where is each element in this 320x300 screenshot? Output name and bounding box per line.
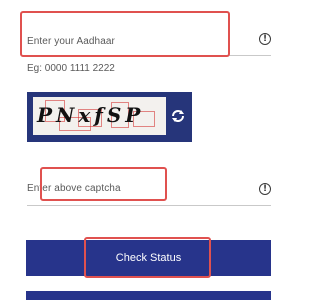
check-status-button[interactable]: Check Status — [26, 240, 271, 276]
captcha-underline — [27, 205, 271, 206]
captcha-panel: PNxfSP — [27, 92, 192, 142]
aadhaar-input[interactable] — [27, 34, 217, 48]
info-icon[interactable]: ! — [259, 33, 271, 45]
captcha-input[interactable] — [27, 181, 217, 195]
next-button[interactable] — [26, 291, 271, 300]
aadhaar-hint: Eg: 0000 1111 2222 — [27, 63, 115, 74]
refresh-icon[interactable] — [170, 108, 186, 124]
check-status-label: Check Status — [115, 252, 182, 264]
captcha-text: PNxfSP — [37, 103, 145, 127]
captcha-image: PNxfSP — [33, 97, 166, 135]
aadhaar-underline — [27, 55, 271, 56]
info-icon[interactable]: ! — [259, 183, 271, 195]
